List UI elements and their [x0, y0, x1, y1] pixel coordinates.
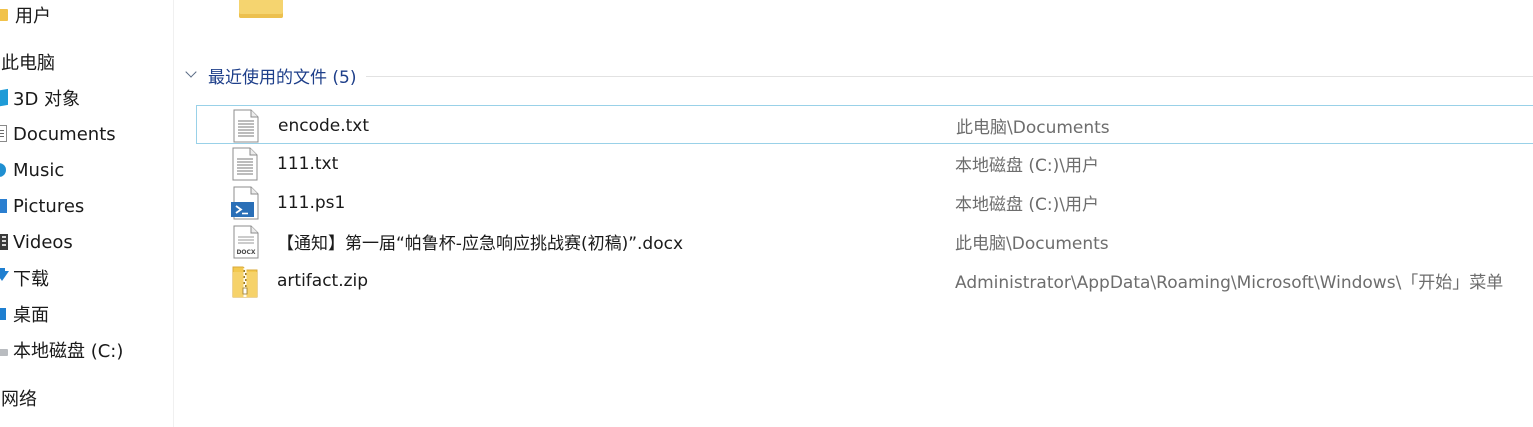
- list-item[interactable]: 111.txt 本地磁盘 (C:)\用户: [196, 144, 1533, 183]
- text-file-icon: [231, 109, 261, 143]
- group-divider: [366, 75, 1533, 77]
- sidebar-item-label: Videos: [13, 231, 73, 253]
- file-explorer-window: 用户 此电脑 3D 对象 Documents Music Pictures Vi…: [0, 0, 1533, 427]
- docx-file-icon: DOCX: [230, 225, 260, 259]
- file-location: 此电脑\Documents: [955, 234, 1109, 254]
- sidebar-item-3d-objects[interactable]: 3D 对象: [0, 83, 172, 113]
- sidebar-item-label: 此电脑: [1, 53, 55, 74]
- sidebar-item-music[interactable]: Music: [0, 155, 172, 185]
- pictures-icon: [0, 196, 12, 216]
- sidebar-item-users[interactable]: 用户: [0, 0, 172, 30]
- file-location: Administrator\AppData\Roaming\Microsoft\…: [955, 273, 1504, 293]
- group-title: 最近使用的文件 (5): [208, 67, 357, 88]
- download-icon: [0, 268, 12, 288]
- sidebar-item-label: 用户: [15, 6, 51, 27]
- content-pane: 最近使用的文件 (5) encode.txt 此电脑\Documents 111…: [174, 0, 1533, 427]
- recent-files-group-header[interactable]: 最近使用的文件 (5): [184, 62, 1533, 88]
- sidebar-item-videos[interactable]: Videos: [0, 227, 172, 257]
- sidebar-item-label: 网络: [1, 389, 37, 410]
- folder-icon: [0, 5, 12, 25]
- file-name: 111.ps1: [277, 192, 346, 213]
- sidebar-item-label: 桌面: [13, 305, 49, 326]
- folder-icon[interactable]: [239, 0, 283, 20]
- videos-icon: [0, 232, 12, 252]
- text-file-icon: [230, 147, 260, 181]
- sidebar-item-label: 本地磁盘 (C:): [13, 341, 124, 362]
- navigation-pane: 用户 此电脑 3D 对象 Documents Music Pictures Vi…: [0, 0, 174, 427]
- sidebar-item-label: Documents: [13, 123, 116, 145]
- documents-icon: [0, 124, 12, 144]
- list-item[interactable]: 111.ps1 本地磁盘 (C:)\用户: [196, 183, 1533, 222]
- sidebar-item-label: Pictures: [13, 195, 85, 217]
- sidebar-item-local-disk-c[interactable]: 本地磁盘 (C:): [0, 335, 172, 365]
- file-name: artifact.zip: [277, 270, 369, 291]
- list-item[interactable]: DOCX 【通知】第一届“帕鲁杯-应急响应挑战赛(初稿)”.docx 此电脑\D…: [196, 222, 1533, 261]
- sidebar-item-desktop[interactable]: 桌面: [0, 299, 172, 329]
- desktop-icon: [0, 304, 12, 324]
- list-item[interactable]: encode.txt 此电脑\Documents: [196, 105, 1533, 144]
- sidebar-item-downloads[interactable]: 下载: [0, 263, 172, 293]
- list-item[interactable]: artifact.zip Administrator\AppData\Roami…: [196, 261, 1533, 300]
- zip-folder-icon: [230, 264, 260, 298]
- 3d-objects-icon: [0, 88, 12, 108]
- sidebar-item-label: 下载: [13, 269, 49, 290]
- sidebar-item-pictures[interactable]: Pictures: [0, 191, 172, 221]
- file-location: 此电脑\Documents: [956, 118, 1110, 138]
- file-name: 111.txt: [277, 153, 339, 174]
- sidebar-item-label: Music: [13, 159, 65, 181]
- svg-text:DOCX: DOCX: [236, 249, 255, 256]
- sidebar-item-network[interactable]: 网络: [0, 383, 173, 413]
- sidebar-item-label: 3D 对象: [13, 89, 81, 110]
- file-location: 本地磁盘 (C:)\用户: [955, 195, 1099, 215]
- file-name: encode.txt: [278, 115, 370, 136]
- powershell-file-icon: [230, 186, 260, 220]
- music-icon: [0, 160, 12, 180]
- drive-icon: [0, 340, 12, 360]
- file-name: 【通知】第一届“帕鲁杯-应急响应挑战赛(初稿)”.docx: [277, 234, 684, 254]
- file-location: 本地磁盘 (C:)\用户: [955, 156, 1099, 176]
- sidebar-item-documents[interactable]: Documents: [0, 119, 172, 149]
- sidebar-item-this-pc[interactable]: 此电脑: [0, 47, 173, 77]
- chevron-down-icon[interactable]: [184, 62, 200, 88]
